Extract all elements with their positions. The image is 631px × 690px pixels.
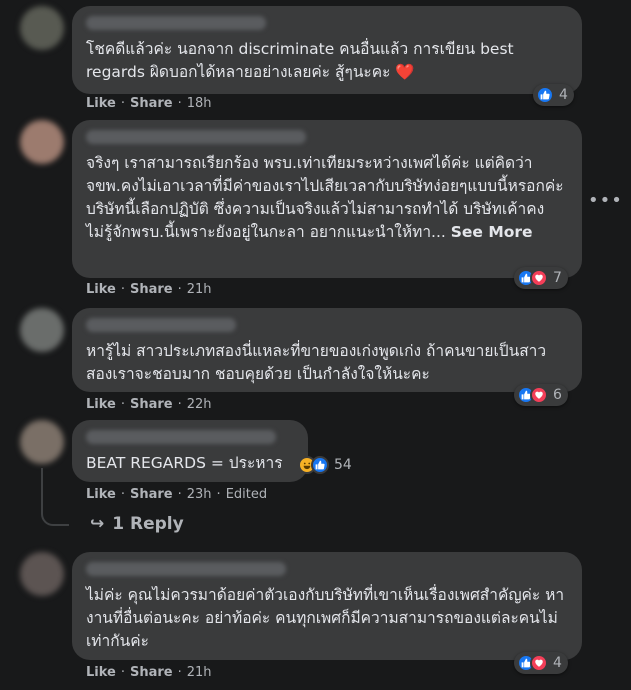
comment-text: ไม่ค่ะ คุณไม่ควรมาด้อยค่าตัวเองกับบริษัท… xyxy=(86,586,565,650)
timestamp[interactable]: 22h xyxy=(187,397,212,412)
avatar[interactable] xyxy=(20,6,64,50)
like-button[interactable]: Like xyxy=(86,487,116,502)
share-button[interactable]: Share xyxy=(130,487,173,502)
comment-text: หารู้ไม่ สาวประเภทสองนี่แหละที่ขายของเก่… xyxy=(86,342,547,383)
author-name[interactable] xyxy=(86,430,276,444)
timestamp[interactable]: 21h xyxy=(187,282,212,297)
avatar[interactable] xyxy=(20,308,64,352)
like-button[interactable]: Like xyxy=(86,397,116,412)
author-name[interactable] xyxy=(86,318,236,332)
reply-arrow-icon: ↪ xyxy=(90,514,105,534)
like-reaction-icon xyxy=(311,456,329,474)
see-more-link[interactable]: See More xyxy=(451,223,533,241)
share-button[interactable]: Share xyxy=(130,397,173,412)
heart-emoji: ❤️ xyxy=(395,63,415,81)
share-button[interactable]: Share xyxy=(130,665,173,680)
timestamp[interactable]: 18h xyxy=(187,96,212,111)
reaction-summary[interactable]: 54 xyxy=(295,454,358,476)
comment-actions: Like · Share · 22h xyxy=(86,397,212,412)
comment-bubble: โชคดีแล้วค่ะ นอกจาก discriminate คนอื่นแ… xyxy=(72,6,582,94)
more-options-icon[interactable]: ••• xyxy=(588,190,623,211)
reaction-count: 4 xyxy=(559,87,568,103)
share-button[interactable]: Share xyxy=(130,96,173,111)
timestamp[interactable]: 21h xyxy=(187,665,212,680)
avatar[interactable] xyxy=(20,120,64,164)
reaction-summary[interactable]: 4 xyxy=(514,652,568,674)
reaction-count: 6 xyxy=(553,387,562,403)
avatar[interactable] xyxy=(20,420,64,464)
edited-label: Edited xyxy=(225,487,268,502)
comment-bubble: หารู้ไม่ สาวประเภทสองนี่แหละที่ขายของเก่… xyxy=(72,308,582,392)
reaction-summary[interactable]: 6 xyxy=(514,384,568,406)
like-button[interactable]: Like xyxy=(86,282,116,297)
reaction-summary[interactable]: 7 xyxy=(514,267,568,289)
comment-text: BEAT REGARDS = ประหาร xyxy=(86,454,283,472)
reaction-count: 54 xyxy=(334,457,352,473)
like-reaction-icon xyxy=(536,86,554,104)
like-button[interactable]: Like xyxy=(86,665,116,680)
comment-bubble: ไม่ค่ะ คุณไม่ควรมาด้อยค่าตัวเองกับบริษัท… xyxy=(72,552,582,660)
reaction-count: 4 xyxy=(553,655,562,671)
share-button[interactable]: Share xyxy=(130,282,173,297)
love-reaction-icon xyxy=(530,269,548,287)
author-name[interactable] xyxy=(86,130,306,144)
author-name[interactable] xyxy=(86,562,286,576)
reaction-summary[interactable]: 4 xyxy=(533,84,574,106)
comment-actions: Like · Share · 23h · Edited xyxy=(86,487,268,502)
love-reaction-icon xyxy=(530,386,548,404)
view-replies-link[interactable]: ↪ 1 Reply xyxy=(90,514,184,534)
comment-bubble: จริงๆ เราสามารถเรียกร้อง พรบ.เท่าเทียมระ… xyxy=(72,120,582,278)
timestamp[interactable]: 23h xyxy=(187,487,212,502)
reply-thread-line xyxy=(41,468,69,526)
replies-count: 1 Reply xyxy=(112,514,184,534)
comment-actions: Like · Share · 21h xyxy=(86,282,212,297)
reaction-count: 7 xyxy=(553,270,562,286)
comment-text: โชคดีแล้วค่ะ นอกจาก discriminate คนอื่นแ… xyxy=(86,40,519,81)
comment-actions: Like · Share · 21h xyxy=(86,665,212,680)
comment-actions: Like · Share · 18h xyxy=(86,96,212,111)
like-button[interactable]: Like xyxy=(86,96,116,111)
love-reaction-icon xyxy=(530,654,548,672)
author-name[interactable] xyxy=(86,16,266,30)
comment-text: จริงๆ เราสามารถเรียกร้อง พรบ.เท่าเทียมระ… xyxy=(86,154,569,241)
comment-bubble: BEAT REGARDS = ประหาร xyxy=(72,420,308,482)
avatar[interactable] xyxy=(20,552,64,596)
